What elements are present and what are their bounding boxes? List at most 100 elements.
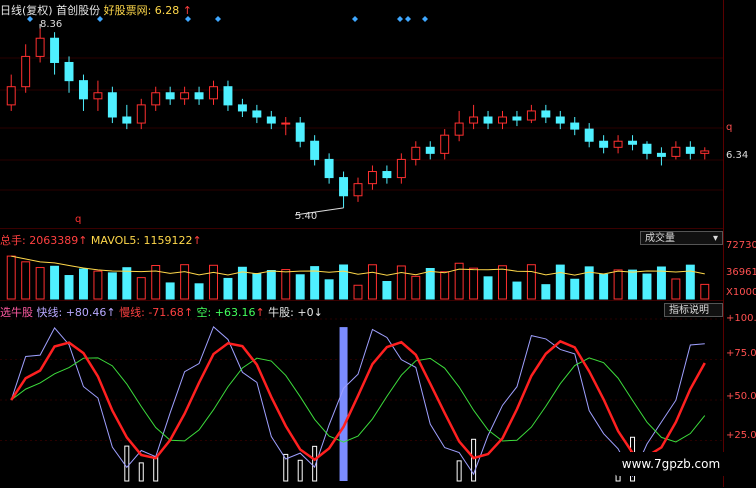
volume-bar <box>224 278 232 299</box>
candle-body <box>79 81 87 99</box>
diamond-marker <box>215 16 221 22</box>
volume-legend: 总手: 2063389↑ MAVOL5: 1159122↑ <box>0 232 202 248</box>
fast-line <box>11 327 705 476</box>
volume-bar <box>686 265 694 299</box>
volume-bar <box>513 282 521 299</box>
candle-body <box>22 56 30 86</box>
volume-bar <box>7 256 15 299</box>
down-arrow-icon: ↓ <box>314 306 323 319</box>
candle-body <box>123 117 131 123</box>
candle-body <box>657 153 665 156</box>
ind-axis-100: +100.0 <box>726 313 756 324</box>
candlestick-chart[interactable] <box>0 0 723 228</box>
volume-bar <box>267 271 275 299</box>
high-price-label: 8.36 <box>40 19 62 30</box>
candle-body <box>166 93 174 99</box>
volume-bar <box>51 266 59 299</box>
candle-body <box>643 144 651 153</box>
volume-bar <box>79 269 87 299</box>
site-price: 好股票网: 6.28 <box>104 4 180 17</box>
period-marker: q <box>75 214 81 225</box>
short-value: 空: +63.16 <box>197 306 256 319</box>
volume-bar <box>470 268 478 299</box>
ind-axis-50: +50.00 <box>726 391 756 402</box>
candle-body <box>441 135 449 153</box>
up-arrow-icon: ↑ <box>255 306 264 319</box>
ind-axis-25: +25.00 <box>726 430 756 441</box>
candle-body <box>368 172 376 184</box>
candle-body <box>282 123 290 124</box>
candle-body <box>426 147 434 153</box>
candle-body <box>499 117 507 123</box>
candle-body <box>296 123 304 141</box>
candle-body <box>600 141 608 147</box>
fast-line-value: 快线: +80.46 <box>37 306 107 319</box>
volume-bar <box>210 265 218 299</box>
candle-body <box>672 147 680 156</box>
watermark: www.7gpzb.com <box>615 452 727 476</box>
indicator-help-button[interactable]: 指标说明 <box>664 303 723 317</box>
candle-body <box>470 117 478 123</box>
volume-bar <box>600 274 608 299</box>
mavol5: MAVOL5: 1159122 <box>91 234 193 247</box>
candle-body <box>513 117 521 120</box>
candle-body <box>542 111 550 117</box>
volume-panel[interactable]: 总手: 2063389↑ MAVOL5: 1159122↑ 成交量 ▾ <box>0 228 723 301</box>
indicator-dropdown[interactable]: 成交量 ▾ <box>640 231 723 245</box>
candle-body <box>311 141 319 159</box>
candle-body <box>383 172 391 178</box>
period-label: 日线(复权) <box>0 4 53 17</box>
price-axis-marker: q <box>726 122 732 133</box>
ind-axis-75: +75.00 <box>726 348 756 359</box>
price-panel[interactable]: 日线(复权) 首创股份 好股票网: 6.28 ↑ 8.36 5.40 q <box>0 0 723 228</box>
volume-bar <box>701 284 709 299</box>
candle-body <box>686 147 694 153</box>
volume-bar <box>282 270 290 299</box>
total-volume: 总手: 2063389 <box>0 234 78 247</box>
volume-bar <box>614 270 622 299</box>
candle-body <box>238 105 246 111</box>
signal-bar <box>139 463 143 481</box>
volume-bar <box>571 279 579 299</box>
candle-body <box>527 111 535 120</box>
volume-bar <box>108 273 116 299</box>
candle-body <box>484 117 492 123</box>
candle-body <box>455 123 463 135</box>
candle-body <box>65 62 73 80</box>
candle-body <box>36 38 44 56</box>
volume-bar <box>181 265 189 299</box>
volume-bar <box>672 279 680 299</box>
volume-bar <box>455 263 463 299</box>
candle-body <box>325 159 333 177</box>
signal-bar <box>298 460 302 481</box>
candle-body <box>181 93 189 99</box>
volume-bar <box>36 268 44 299</box>
volume-bar <box>137 278 145 299</box>
volume-bar <box>441 272 449 299</box>
vol-axis-unit: X1000 <box>726 287 756 298</box>
price-title: 日线(复权) 首创股份 好股票网: 6.28 ↑ <box>0 2 192 18</box>
candle-body <box>412 147 420 159</box>
candle-body <box>152 93 160 105</box>
volume-bar <box>123 268 131 299</box>
chevron-down-icon: ▾ <box>713 232 718 246</box>
diamond-marker <box>352 16 358 22</box>
candle-body <box>701 151 709 153</box>
volume-bar <box>484 277 492 299</box>
volume-bar <box>166 283 174 299</box>
volume-bar <box>643 274 651 299</box>
candle-body <box>614 141 622 147</box>
candle-body <box>7 87 15 105</box>
candle-body <box>224 87 232 105</box>
diamond-marker <box>397 16 403 22</box>
low-price-label: 5.40 <box>295 211 317 222</box>
candle-body <box>556 117 564 123</box>
volume-bar <box>22 262 30 299</box>
candle-body <box>585 129 593 141</box>
candle-body <box>253 111 261 117</box>
vol-axis-mid: 36961 <box>726 267 756 278</box>
signal-bar <box>154 457 158 481</box>
candle-body <box>210 87 218 99</box>
volume-bar <box>657 267 665 299</box>
bull-signal-bar <box>340 327 348 481</box>
